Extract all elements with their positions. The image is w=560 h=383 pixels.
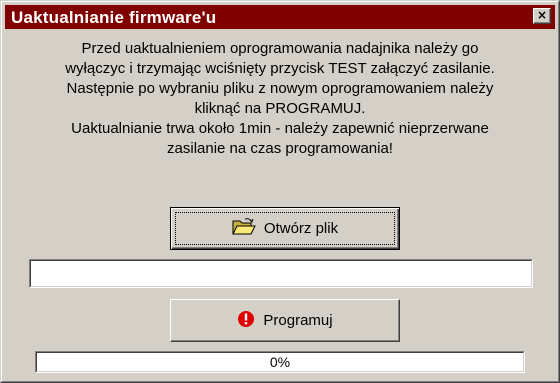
program-button[interactable]: Programuj	[170, 299, 400, 342]
instruction-line: zasilanie na czas programowania!	[167, 140, 393, 157]
instructions-text: Przed uaktualnieniem oprogramowania nada…	[22, 39, 538, 159]
file-path-field[interactable]	[29, 259, 533, 288]
close-icon: ×	[536, 8, 548, 22]
title-bar[interactable]: Uaktualnianie firmware'u ×	[5, 5, 555, 29]
instruction-line: wyłączyc i trzymając wciśnięty przycisk …	[65, 60, 495, 77]
instruction-line: Następnie po wybraniu pliku z nowym opro…	[66, 80, 494, 97]
open-file-button[interactable]: Otwórz plik	[170, 207, 400, 250]
open-file-label: Otwórz plik	[263, 220, 339, 237]
window-title: Uaktualnianie firmware'u	[11, 8, 217, 27]
open-folder-icon	[232, 217, 256, 240]
firmware-update-dialog: Uaktualnianie firmware'u × Przed uaktual…	[0, 0, 560, 383]
instruction-line: Przed uaktualnieniem oprogramowania nada…	[81, 40, 479, 57]
warning-icon	[237, 310, 255, 332]
progress-bar: 0%	[35, 351, 525, 373]
instruction-line: kliknąć na PROGRAMUJ.	[194, 100, 366, 117]
progress-percentage: 0%	[269, 354, 291, 370]
progress-track: 0%	[36, 352, 524, 372]
instruction-line: Uaktualnianie trwa około 1min - należy z…	[71, 120, 489, 137]
close-button[interactable]: ×	[533, 8, 551, 24]
dialog-frame: Uaktualnianie firmware'u × Przed uaktual…	[1, 1, 559, 382]
program-label: Programuj	[263, 312, 333, 329]
